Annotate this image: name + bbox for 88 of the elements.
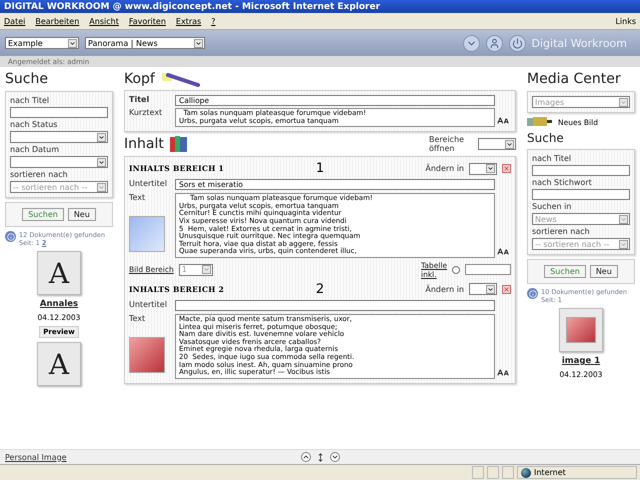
user-icon[interactable] <box>486 34 503 52</box>
field-label: sortieren nach <box>10 170 69 179</box>
status-panel <box>487 466 499 479</box>
field-label: sortieren nach <box>532 227 591 236</box>
power-icon[interactable] <box>508 34 526 52</box>
chevron-down-icon <box>486 164 495 174</box>
links-button[interactable]: Links <box>615 16 636 26</box>
photo-placeholder <box>129 216 165 252</box>
menu-item[interactable]: Ansicht <box>89 16 119 26</box>
dropdown[interactable] <box>10 156 108 168</box>
chevron-down-icon <box>619 98 628 106</box>
chevron-down-icon <box>194 38 203 48</box>
section-number: 1 <box>314 161 326 176</box>
chevron-down-icon <box>97 182 106 192</box>
chevron-down-icon <box>486 284 495 294</box>
field-label: Text <box>129 314 146 323</box>
dropdown[interactable] <box>469 162 497 175</box>
field-label: Ändern in <box>425 284 464 294</box>
window-title: DIGITAL WORKROOM @ www.digiconcept.net - Microsoft Internet Explorer <box>4 2 380 12</box>
status-panel <box>502 466 514 479</box>
image-title[interactable]: image 1 <box>527 356 635 366</box>
field-label: Text <box>129 193 146 202</box>
brand-logo: Digital Workroom <box>532 36 628 50</box>
dropdown[interactable] <box>10 131 108 143</box>
dropdown[interactable]: Example <box>5 37 79 49</box>
status-zone: Internet <box>534 468 566 477</box>
chevron-down-icon <box>619 214 628 224</box>
section-title: Suche <box>5 71 49 87</box>
field-label: Ändern in <box>425 164 464 174</box>
menu-item[interactable]: Bearbeiten <box>35 16 80 26</box>
field-label: Kurztext <box>129 108 164 117</box>
dropdown[interactable]: Panorama | News <box>85 37 205 49</box>
field-label: nach Status <box>10 120 58 129</box>
close-icon[interactable] <box>502 284 511 294</box>
scroll-down-button[interactable] <box>330 452 340 462</box>
field-label: Suchen in <box>532 202 572 211</box>
radio-button[interactable] <box>452 266 460 274</box>
form-button[interactable]: Suchen <box>22 208 64 221</box>
section-title: Kopf <box>124 71 155 87</box>
section-title: Inhalt <box>124 136 164 152</box>
field-label: Untertitel <box>129 179 168 188</box>
field-label: nach Titel <box>532 154 572 163</box>
menu-item[interactable]: Favoriten <box>128 16 166 26</box>
chevron-down-icon <box>97 158 106 166</box>
input-field[interactable] <box>532 189 630 200</box>
close-icon[interactable] <box>502 164 511 174</box>
status-panel <box>472 466 484 479</box>
field-label: nach Titel <box>10 96 50 105</box>
field-label: nach Stichwort <box>532 178 593 187</box>
form-button[interactable]: Suchen <box>544 265 586 278</box>
input-field[interactable] <box>465 264 511 276</box>
chevron-down-icon[interactable] <box>462 34 480 52</box>
field-label: nach Datum <box>10 145 60 154</box>
resize-icon[interactable] <box>316 452 324 462</box>
photo-placeholder <box>129 336 165 373</box>
dropdown[interactable] <box>469 283 497 296</box>
input-field[interactable] <box>532 165 630 176</box>
chevron-down-icon <box>202 265 211 274</box>
pen-icon <box>160 71 200 87</box>
input-field[interactable] <box>175 300 495 311</box>
dropdown[interactable] <box>478 138 516 150</box>
form-button[interactable]: Neu <box>590 265 618 278</box>
field-label: Bereiche öffnen <box>429 135 466 154</box>
chevron-down-icon <box>97 132 106 142</box>
photo-placeholder <box>566 317 596 343</box>
scroll-up-button[interactable] <box>300 452 310 462</box>
image-thumbnail[interactable] <box>559 308 603 352</box>
document-title[interactable]: Annales <box>5 299 113 309</box>
section-number: 2 <box>314 282 326 297</box>
chevron-down-icon <box>619 240 628 248</box>
section-title: Suche <box>527 131 565 145</box>
section-title: Media Center <box>527 71 622 87</box>
menu-item[interactable]: Datei <box>4 16 26 26</box>
image-icon <box>527 117 553 127</box>
info-icon <box>527 288 538 299</box>
globe-icon <box>521 468 531 478</box>
menu-item[interactable]: ? <box>211 16 216 26</box>
document-thumbnail[interactable]: A <box>37 251 81 295</box>
form-button[interactable]: Neu <box>68 208 96 221</box>
field-label: Untertitel <box>129 300 168 309</box>
chevron-down-icon <box>505 140 514 149</box>
menu-item[interactable]: Extras <box>176 16 202 26</box>
books-icon <box>168 135 189 154</box>
document-thumbnail[interactable]: A <box>37 342 81 386</box>
field-label: Titel <box>129 95 150 104</box>
chevron-down-icon <box>68 38 77 48</box>
info-icon <box>5 231 16 242</box>
input-field[interactable] <box>10 107 108 118</box>
